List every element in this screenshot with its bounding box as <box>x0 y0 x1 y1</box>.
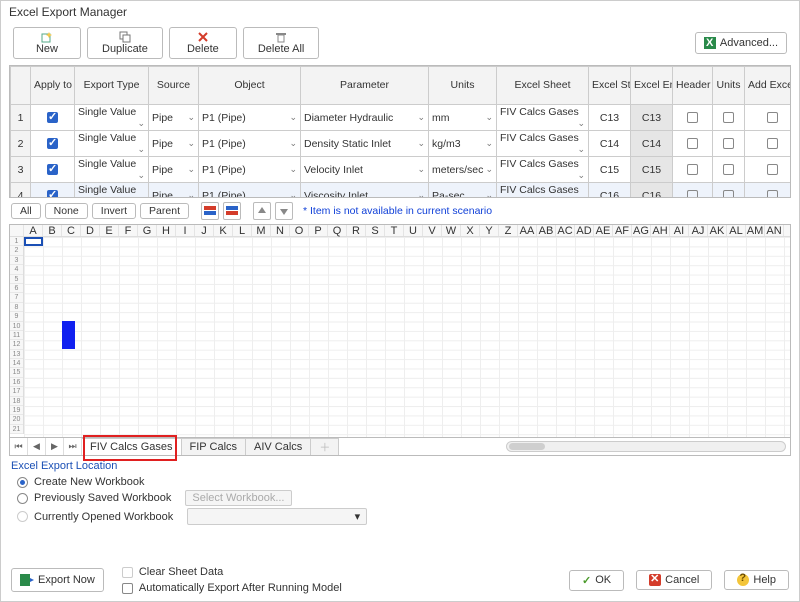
sheet-tab-fip[interactable]: FIP Calcs <box>182 438 246 455</box>
apply-checkbox[interactable] <box>47 164 58 175</box>
units-checkbox[interactable] <box>723 164 734 175</box>
units-checkbox[interactable] <box>723 112 734 123</box>
move-up-button[interactable] <box>253 202 271 220</box>
auto-export-checkbox[interactable]: Automatically Export After Running Model <box>116 581 342 595</box>
excel-export-icon <box>20 573 34 587</box>
grid-row[interactable]: 3Single Value⌄Pipe⌄P1 (Pipe)⌄Velocity In… <box>11 157 792 183</box>
sheet-tab-aiv[interactable]: AIV Calcs <box>246 438 311 455</box>
ok-button[interactable]: ✓OK <box>569 570 624 591</box>
advanced-button[interactable]: X Advanced... <box>695 32 787 54</box>
filter-invert-button[interactable]: Invert <box>92 203 136 219</box>
svg-text:X: X <box>706 37 714 49</box>
column-headers: ABCDEFGHIJKLMNOPQRSTUVWXYZAAABACADAEAFAG… <box>10 225 790 237</box>
export-location-title: Excel Export Location <box>11 460 789 472</box>
help-icon <box>737 574 749 586</box>
filter-bar: All None Invert Parent * Item is not ava… <box>1 198 799 224</box>
filter-all-button[interactable]: All <box>11 203 41 219</box>
row-headers: 123456789101112131415161718192021 <box>10 237 24 434</box>
comments-checkbox[interactable] <box>767 112 778 123</box>
window-title: Excel Export Manager <box>1 1 799 23</box>
sheet-tab-add[interactable]: ＋ <box>311 438 339 455</box>
radio-icon <box>17 477 28 488</box>
cell-grid[interactable] <box>24 237 790 437</box>
grid-row[interactable]: 2Single Value⌄Pipe⌄P1 (Pipe)⌄Density Sta… <box>11 131 792 157</box>
export-location-section: Excel Export Location Create New Workboo… <box>11 460 789 526</box>
select-workbook-button: Select Workbook... <box>185 490 291 506</box>
radio-prev-workbook[interactable]: Previously Saved Workbook Select Workboo… <box>11 489 789 507</box>
spreadsheet-preview[interactable]: ABCDEFGHIJKLMNOPQRSTUVWXYZAAABACADAEAFAG… <box>9 224 791 438</box>
radio-icon <box>17 511 28 522</box>
cancel-icon <box>649 574 661 586</box>
radio-current-workbook: Currently Opened Workbook ▾ <box>11 507 789 526</box>
units-checkbox[interactable] <box>723 138 734 149</box>
apply-checkbox[interactable] <box>47 190 58 198</box>
apply-checkbox[interactable] <box>47 138 58 149</box>
comments-checkbox[interactable] <box>767 138 778 149</box>
check-icon: ✓ <box>582 574 591 587</box>
clear-sheet-checkbox: Clear Sheet Data <box>116 565 342 579</box>
export-grid[interactable]: Apply to ExportExport Type SourceObject … <box>9 65 791 198</box>
units-checkbox[interactable] <box>723 190 734 198</box>
footer-bar: Export Now Clear Sheet Data Automaticall… <box>11 565 789 595</box>
new-icon <box>41 31 53 43</box>
radio-create-workbook[interactable]: Create New Workbook <box>11 475 789 489</box>
selected-cell <box>24 237 43 246</box>
move-down-button[interactable] <box>275 202 293 220</box>
comments-checkbox[interactable] <box>767 190 778 198</box>
comments-checkbox[interactable] <box>767 164 778 175</box>
filter-none-button[interactable]: None <box>45 203 88 219</box>
radio-icon <box>17 493 28 504</box>
grid-header-row: Apply to ExportExport Type SourceObject … <box>11 67 792 105</box>
highlighted-range <box>62 321 75 349</box>
delete-all-button[interactable]: Delete All <box>243 27 319 59</box>
current-workbook-dropdown: ▾ <box>187 508 367 525</box>
grid-row[interactable]: 4Single Value⌄Pipe⌄P1 (Pipe)⌄Viscosity I… <box>11 183 792 199</box>
header-checkbox[interactable] <box>687 112 698 123</box>
duplicate-button[interactable]: Duplicate <box>87 27 163 59</box>
export-now-button[interactable]: Export Now <box>11 568 104 592</box>
excel-icon: X <box>704 37 716 49</box>
tab-nav-next[interactable]: ▶ <box>46 438 64 455</box>
tab-nav-first[interactable]: ⏮ <box>10 438 28 455</box>
grid-row[interactable]: 1Single Value⌄Pipe⌄P1 (Pipe)⌄Diameter Hy… <box>11 105 792 131</box>
header-checkbox[interactable] <box>687 164 698 175</box>
filter-parent-button[interactable]: Parent <box>140 203 189 219</box>
sheet-hscrollbar[interactable] <box>506 441 786 452</box>
apply-checkbox[interactable] <box>47 112 58 123</box>
color-toggle-2-icon[interactable] <box>223 202 241 220</box>
duplicate-icon <box>119 31 131 43</box>
tab-nav-prev[interactable]: ◀ <box>28 438 46 455</box>
header-checkbox[interactable] <box>687 138 698 149</box>
delete-button[interactable]: Delete <box>169 27 237 59</box>
toolbar: New Duplicate Delete Delete All X Advanc… <box>1 23 799 63</box>
sheet-tab-bar: ⏮ ◀ ▶ ⏭ FIV Calcs Gases FIP Calcs AIV Ca… <box>9 438 791 456</box>
color-toggle-1-icon[interactable] <box>201 202 219 220</box>
scenario-note: * Item is not available in current scena… <box>303 205 492 217</box>
help-button[interactable]: Help <box>724 570 789 590</box>
delete-all-icon <box>275 31 287 43</box>
header-checkbox[interactable] <box>687 190 698 198</box>
new-button[interactable]: New <box>13 27 81 59</box>
tab-nav-last[interactable]: ⏭ <box>64 438 82 455</box>
delete-icon <box>197 31 209 43</box>
sheet-tab-fiv[interactable]: FIV Calcs Gases <box>82 438 182 455</box>
cancel-button[interactable]: Cancel <box>636 570 712 590</box>
